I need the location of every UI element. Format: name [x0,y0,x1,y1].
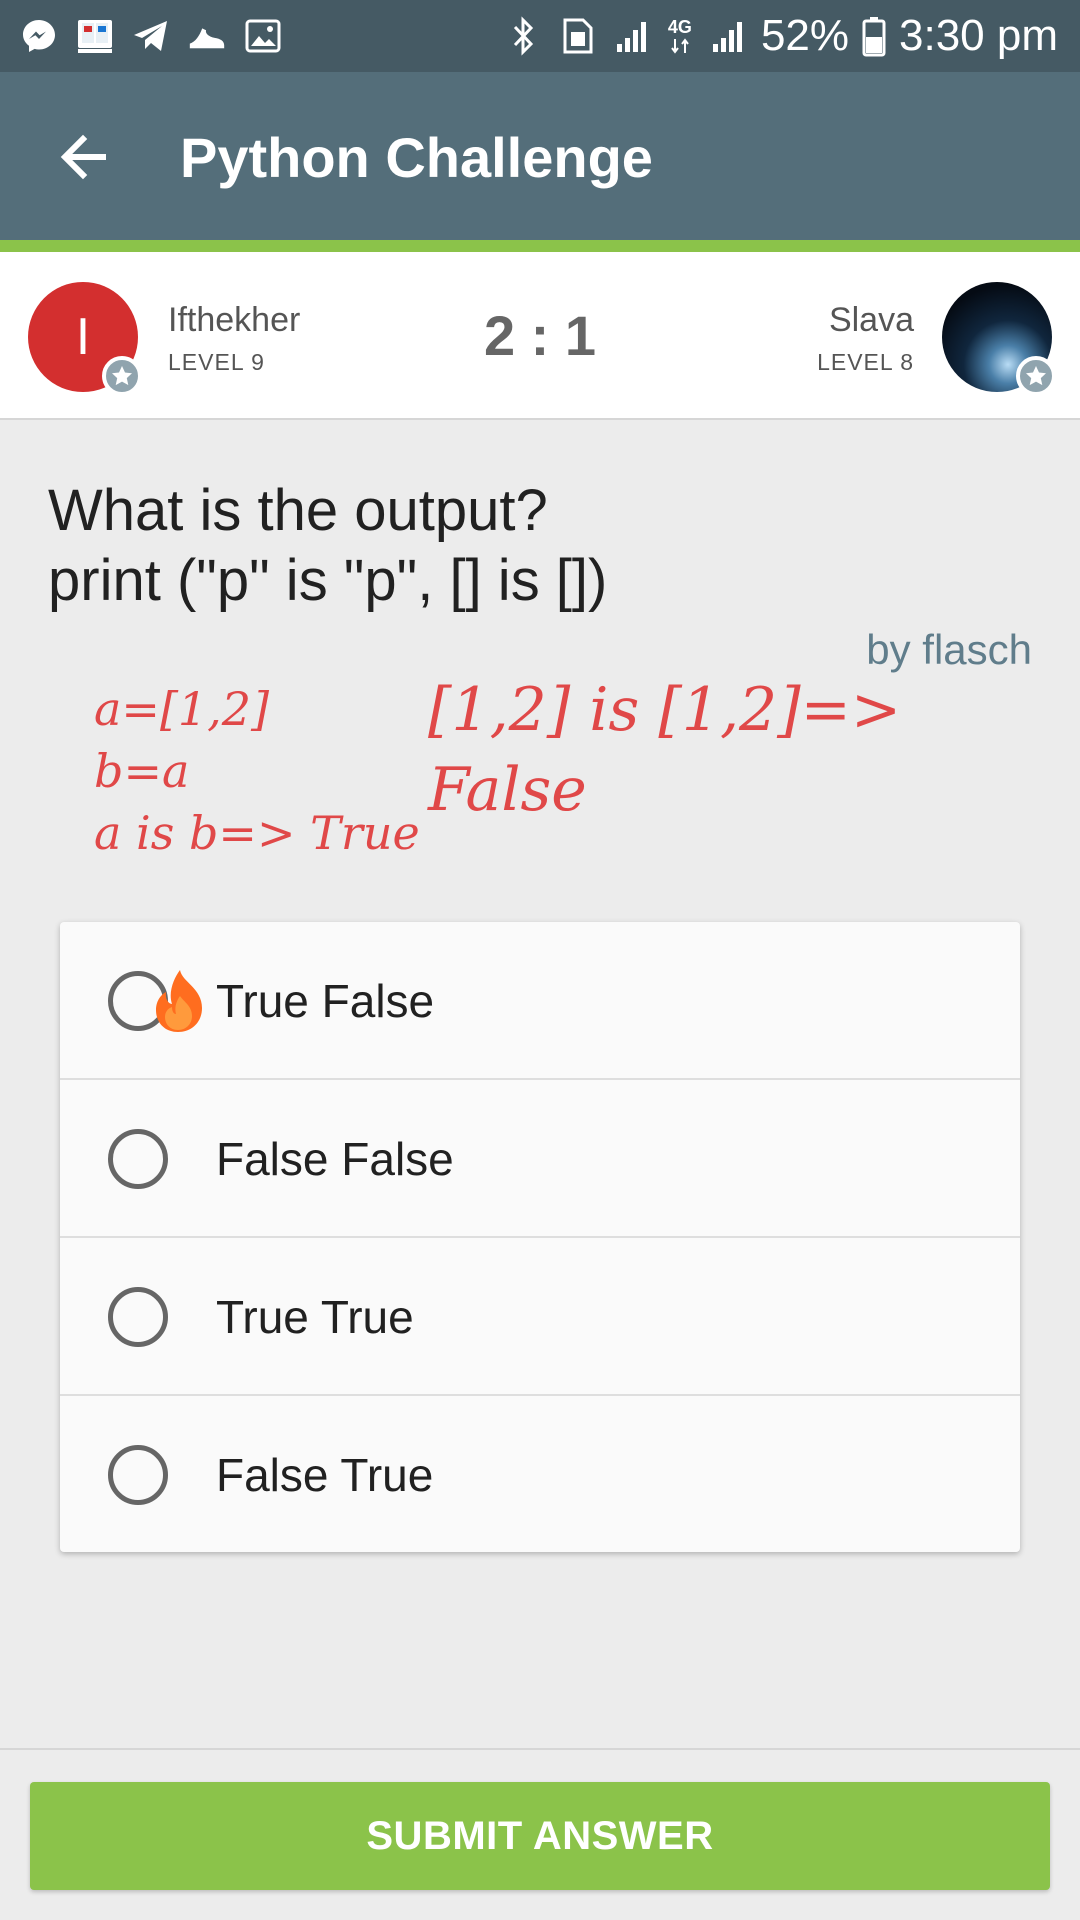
battery-percent: 52% [760,11,850,60]
page-title: Python Challenge [180,126,653,189]
player-level-right: LEVEL 8 [817,349,914,375]
system-icons: 4G 52% 3:30 pm [503,10,1058,62]
status-bar: 4G 52% 3:30 pm [0,0,1080,72]
clock: 3:30 pm [899,11,1058,60]
4g-icon: 4G [665,15,695,57]
question-line: What is the output? [48,478,548,543]
sim-icon [557,15,599,57]
match-header: I Ifthekher LEVEL 9 2 : 1 Slava LEVEL 8 [0,252,1080,420]
radio-button[interactable] [108,1287,168,1347]
notification-icons [18,12,284,60]
answer-option[interactable]: True False [60,922,1020,1080]
book-app-icon [74,15,116,57]
battery-icon [861,15,887,57]
flame-icon [156,970,202,1032]
telegram-icon [130,15,172,57]
annotation-line: [1,2] is [1,2]=> [428,675,902,745]
arrow-left-icon [60,134,106,180]
answer-option[interactable]: False False [60,1080,1020,1238]
annotation-line: b=a [94,744,190,798]
app-bar: Python Challenge [0,72,1080,240]
challenge-progress-bar [0,240,1080,252]
gallery-icon [242,15,284,57]
radio-button[interactable] [108,1445,168,1505]
answer-option-label: True True [216,1291,414,1343]
player-name-right: Slava [828,301,914,339]
answer-option-label: True False [216,975,435,1027]
submit-answer-button[interactable]: SUBMIT ANSWER [30,1782,1050,1890]
answer-option[interactable]: True True [60,1238,1020,1396]
player-avatar-right[interactable] [942,282,1056,396]
divider [0,1748,1080,1750]
signal-icon [611,15,653,57]
handwritten-annotation: a=[1,2] b=a a is b=> True [1,2] is [1,2]… [0,660,1080,880]
signal-icon [707,15,749,57]
radio-button[interactable] [108,1129,168,1189]
answer-option-label: False False [216,1133,454,1185]
star-badge-icon [1016,356,1056,396]
question-code: print ("p" is "p", [] is []) [48,548,608,613]
question-text: What is the output? print ("p" is "p", [… [48,476,1028,616]
bluetooth-icon [503,15,545,57]
progress-fill [0,240,1080,252]
match-score: 2 : 1 [483,304,597,367]
network-type: 4G [667,17,692,37]
answer-option[interactable]: False True [60,1396,1020,1552]
annotation-line: a=[1,2] [94,682,270,736]
answer-option-label: False True [216,1449,434,1501]
shoe-icon [186,15,228,57]
answer-options: True False False False True True False T… [60,922,1020,1552]
annotation-line: False [428,755,587,825]
messenger-icon [18,15,60,57]
back-button[interactable] [48,122,118,192]
annotation-line: a is b=> True [94,806,420,860]
